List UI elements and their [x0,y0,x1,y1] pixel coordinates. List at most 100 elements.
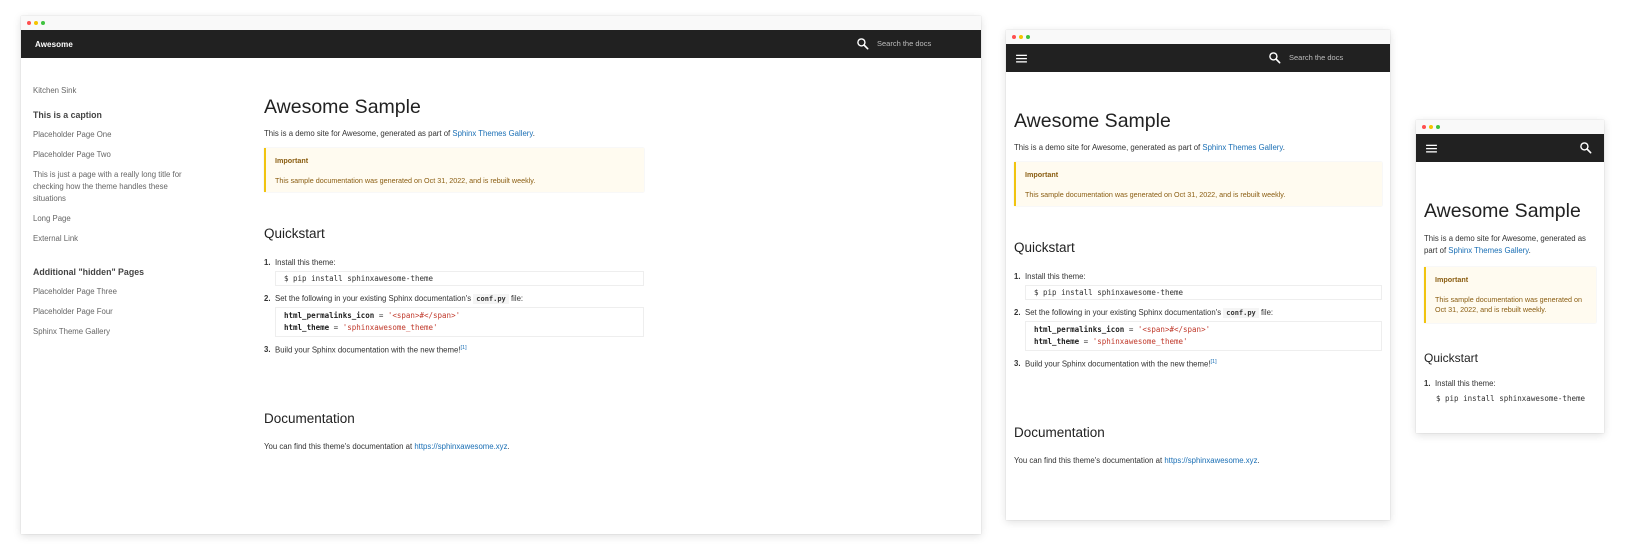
gallery-link[interactable]: Sphinx Themes Gallery [1202,143,1282,152]
mobile-window: Awesome Sample This is a demo site for A… [1416,120,1604,433]
search-icon[interactable] [856,37,869,50]
window-titlebar [1416,120,1604,134]
sidebar-item-page-three[interactable]: Placeholder Page Three [33,286,188,298]
close-dot-icon[interactable] [1422,125,1426,129]
search-box[interactable]: Search the docs [856,37,931,50]
navbar: Awesome Search the docs [21,30,981,58]
doc-prefix: You can find this theme's documentation … [264,441,415,451]
step2-prefix: Set the following in your existing Sphin… [1025,308,1224,317]
step-number: 1. [1014,272,1021,281]
step-text: Set the following in your existing Sphin… [275,294,524,304]
intro-prefix: This is a demo site for Awesome, generat… [1014,143,1203,152]
inline-code: conf.py [473,294,509,304]
maximize-dot-icon[interactable] [1436,125,1440,129]
code-key: html_theme [1034,337,1080,346]
menu-icon[interactable] [1015,52,1028,65]
page-title: Awesome Sample [1014,110,1171,132]
gallery-link[interactable]: Sphinx Themes Gallery [452,129,532,138]
step2-suffix: file: [1258,308,1274,317]
step-1: 1. Install this theme: [264,258,644,267]
quickstart-heading: Quickstart [264,226,325,241]
desktop-window: Awesome Search the docs Kitchen Sink Thi… [21,16,981,534]
admonition-text: This sample documentation was generated … [1025,190,1286,199]
admonition-title: Important [1435,275,1469,284]
minimize-dot-icon[interactable] [34,21,38,25]
step-3: 3. Build your Sphinx documentation with … [1014,359,1382,369]
footnote-link[interactable]: [1] [1211,359,1217,365]
maximize-dot-icon[interactable] [1026,35,1030,39]
step-number: 1. [264,258,271,267]
sidebar-item-page-two[interactable]: Placeholder Page Two [33,149,188,161]
sidebar-item-page-one[interactable]: Placeholder Page One [33,129,188,141]
sidebar-item-external-link[interactable]: External Link [33,233,188,245]
code-key: html_permalinks_icon [1034,325,1125,334]
footnote-link[interactable]: [1] [461,345,467,351]
quickstart-heading: Quickstart [1014,240,1075,255]
page-title: Awesome Sample [1424,200,1581,222]
code-key: html_theme [284,323,330,332]
step3-text: Build your Sphinx documentation with the… [1025,359,1211,369]
step-text: Install this theme: [1025,272,1086,281]
config-code-block: html_permalinks_icon = '<span>#</span>' … [1025,321,1382,351]
search-icon[interactable] [1579,141,1592,154]
documentation-heading: Documentation [264,410,355,426]
step-text: Install this theme: [275,258,336,267]
documentation-text: You can find this theme's documentation … [264,442,644,451]
window-titlebar [1006,30,1390,44]
step-number: 2. [264,294,271,303]
code-operator: = [374,311,388,320]
sidebar-item-long-title[interactable]: This is just a page with a really long t… [33,169,183,205]
search-box[interactable]: Search the docs [1268,51,1343,64]
step3-text: Build your Sphinx documentation with the… [275,345,461,355]
doc-suffix: . [507,441,510,451]
main-content: Awesome Sample This is a demo site for A… [264,96,644,451]
navbar: Search the docs [1006,44,1390,72]
doc-prefix: You can find this theme's documentation … [1014,455,1165,465]
step2-suffix: file: [508,294,524,303]
menu-icon[interactable] [1425,142,1438,155]
doc-suffix: . [1257,455,1260,465]
sidebar-item-theme-gallery[interactable]: Sphinx Theme Gallery [33,326,188,338]
step-2: 2. Set the following in your existing Sp… [1014,308,1382,318]
code-line: html_permalinks_icon = '<span>#</span>' [284,310,635,322]
gallery-link[interactable]: Sphinx Themes Gallery [1448,246,1528,255]
important-admonition: Important This sample documentation was … [264,148,644,192]
search-box[interactable] [1579,141,1592,154]
sidebar-item-page-four[interactable]: Placeholder Page Four [33,306,188,318]
intro-text: This is a demo site for Awesome, generat… [1424,233,1596,257]
step-number: 3. [1014,359,1021,368]
search-input[interactable]: Search the docs [1289,53,1343,62]
step-text: Build your Sphinx documentation with the… [1025,359,1217,369]
intro-suffix: . [532,129,535,138]
close-dot-icon[interactable] [1012,35,1016,39]
step-number: 3. [264,345,271,354]
sidebar-item-kitchen-sink[interactable]: Kitchen Sink [33,85,188,97]
main-content: Awesome Sample This is a demo site for A… [1014,110,1382,465]
step-1: 1. Install this theme: [1014,272,1382,281]
documentation-text: You can find this theme's documentation … [1014,456,1382,465]
code-operator: = [1079,337,1093,346]
admonition-title: Important [1025,170,1059,179]
brand-link[interactable]: Awesome [35,40,73,49]
search-icon[interactable] [1268,51,1281,64]
search-input[interactable]: Search the docs [877,39,931,48]
code-string: 'sphinxawesome_theme' [342,323,438,332]
code-string: '<span>#</span>' [387,311,461,320]
admonition-title: Important [275,156,309,165]
step-text: Build your Sphinx documentation with the… [275,345,467,355]
docs-link[interactable]: https://sphinxawesome.xyz [414,442,507,451]
admonition-text: This sample documentation was generated … [1435,295,1583,314]
code-operator: = [329,323,343,332]
sidebar-caption-hidden: Additional "hidden" Pages [33,267,144,277]
sidebar-item-long-page[interactable]: Long Page [33,213,188,225]
minimize-dot-icon[interactable] [1019,35,1023,39]
minimize-dot-icon[interactable] [1429,125,1433,129]
intro-prefix: This is a demo site for Awesome, generat… [264,129,453,138]
docs-link[interactable]: https://sphinxawesome.xyz [1164,456,1257,465]
code-string: '<span>#</span>' [1137,325,1211,334]
code-key: html_permalinks_icon [284,311,375,320]
close-dot-icon[interactable] [27,21,31,25]
intro-text: This is a demo site for Awesome, generat… [1014,143,1382,152]
important-admonition: Important This sample documentation was … [1014,162,1382,206]
maximize-dot-icon[interactable] [41,21,45,25]
